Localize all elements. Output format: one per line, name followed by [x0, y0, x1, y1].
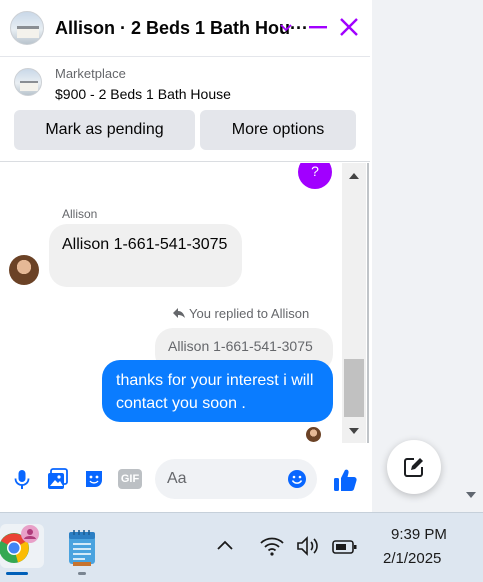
volume-icon[interactable]	[296, 535, 322, 557]
minimize-icon[interactable]	[308, 17, 328, 37]
sender-name: Allison	[62, 207, 98, 221]
chat-title[interactable]: Allison · 2 Beds 1 Bath Hou···	[55, 18, 308, 39]
reply-label-text: You replied to Allison	[189, 306, 310, 321]
page-scrollbar[interactable]	[462, 0, 483, 512]
scroll-thumb[interactable]	[344, 359, 364, 417]
incoming-message[interactable]: Allison 1-661-541-3075	[49, 224, 242, 287]
scroll-up-arrow[interactable]	[349, 173, 359, 179]
close-icon[interactable]	[338, 16, 360, 38]
wifi-icon[interactable]	[259, 535, 285, 557]
chat-header[interactable]: Allison · 2 Beds 1 Bath Hou···	[0, 0, 370, 57]
page-scroll-down-arrow[interactable]	[466, 492, 476, 498]
listing-avatar[interactable]	[10, 11, 44, 45]
outgoing-message[interactable]: thanks for your interest i will contact …	[102, 360, 333, 422]
sender-avatar[interactable]	[9, 255, 39, 285]
running-app-indicator	[78, 572, 86, 575]
question-badge: ?	[298, 163, 332, 189]
scroll-down-arrow[interactable]	[349, 428, 359, 434]
microphone-icon[interactable]	[11, 468, 33, 490]
emoji-icon[interactable]	[287, 469, 307, 489]
listing-panel: Marketplace $900 - 2 Beds 1 Bath House M…	[0, 58, 370, 162]
clock-date[interactable]: 2/1/2025	[383, 550, 441, 567]
notepad-icon[interactable]	[65, 528, 99, 566]
chevron-down-icon[interactable]	[279, 20, 293, 34]
gif-icon[interactable]: GIF	[118, 469, 142, 489]
chat-window: Allison · 2 Beds 1 Bath Hou··· Marketpla…	[0, 0, 370, 512]
chrome-icon	[0, 525, 39, 563]
message-list: ? Allison Allison 1-661-541-3075 You rep…	[0, 163, 342, 443]
chevron-up-icon[interactable]	[216, 539, 234, 551]
mark-as-pending-button[interactable]: Mark as pending	[14, 110, 195, 150]
listing-title[interactable]: $900 - 2 Beds 1 Bath House	[55, 86, 231, 102]
listing-source: Marketplace	[55, 66, 126, 81]
window-edge	[367, 163, 369, 443]
seen-avatar	[306, 427, 321, 442]
like-thumbs-up-icon[interactable]	[332, 467, 358, 493]
listing-thumbnail[interactable]	[14, 68, 42, 96]
compose-edit-icon	[404, 458, 423, 477]
composer: GIF Aa	[0, 443, 370, 512]
battery-icon[interactable]	[332, 539, 358, 555]
active-app-indicator	[6, 572, 28, 575]
reply-icon	[173, 308, 185, 318]
windows-taskbar: 9:39 PM 2/1/2025	[0, 512, 483, 582]
new-message-button[interactable]	[387, 440, 441, 494]
more-options-button[interactable]: More options	[200, 110, 356, 150]
photo-icon[interactable]	[47, 468, 69, 490]
reply-indicator: You replied to Allison	[172, 306, 309, 321]
sticker-icon[interactable]	[83, 468, 105, 490]
clock-time[interactable]: 9:39 PM	[391, 526, 447, 543]
chrome-taskbar-button[interactable]	[0, 524, 44, 568]
chat-scrollbar[interactable]	[342, 163, 366, 443]
